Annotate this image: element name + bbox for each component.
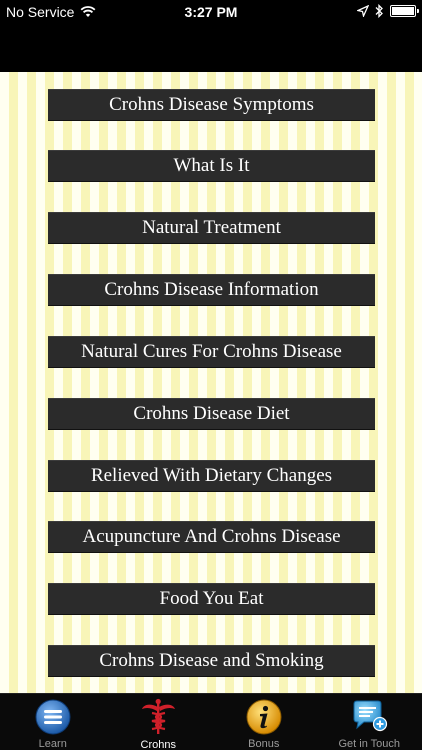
tab-crohns[interactable]: Crohns (106, 694, 212, 750)
tab-label-learn: Learn (38, 738, 67, 750)
chat-add-icon (350, 698, 388, 735)
tab-get-in-touch[interactable]: Get in Touch (317, 694, 422, 750)
caduceus-icon (139, 698, 177, 736)
menu-content: Crohns Disease Symptoms What Is It Natur… (0, 72, 422, 693)
menu-item-natural-treatment[interactable]: Natural Treatment (48, 212, 375, 244)
menu-item-crohns-disease-information[interactable]: Crohns Disease Information (48, 274, 375, 306)
menu-item-food-you-eat[interactable]: Food You Eat (48, 583, 375, 615)
tab-bonus[interactable]: Bonus (211, 694, 317, 750)
status-right (357, 4, 419, 18)
menu-item-crohns-disease-symptoms[interactable]: Crohns Disease Symptoms (48, 89, 375, 121)
app-screen: No Service 3:27 PM Crohns Disease Sympto… (0, 0, 422, 750)
menu-item-crohns-disease-diet[interactable]: Crohns Disease Diet (48, 398, 375, 430)
location-arrow-icon (357, 5, 369, 17)
menu-item-crohns-disease-and-smoking[interactable]: Crohns Disease and Smoking (48, 645, 375, 677)
tab-label-bonus: Bonus (248, 738, 280, 750)
bluetooth-icon (375, 4, 384, 18)
menu-item-relieved-with-dietary-changes[interactable]: Relieved With Dietary Changes (48, 460, 375, 492)
menu-item-what-is-it[interactable]: What Is It (48, 150, 375, 182)
battery-icon (390, 5, 419, 17)
status-bar: No Service 3:27 PM (0, 0, 422, 24)
info-icon (245, 698, 283, 735)
tab-label-get-in-touch: Get in Touch (338, 738, 401, 750)
tab-bar: Learn Crohns Bonus Get in Touch (0, 693, 422, 750)
menu-item-natural-cures[interactable]: Natural Cures For Crohns Disease (48, 336, 375, 368)
menu-item-acupuncture[interactable]: Acupuncture And Crohns Disease (48, 521, 375, 553)
tab-label-crohns: Crohns (140, 739, 176, 750)
list-menu-icon (34, 698, 72, 735)
tab-learn[interactable]: Learn (0, 694, 106, 750)
